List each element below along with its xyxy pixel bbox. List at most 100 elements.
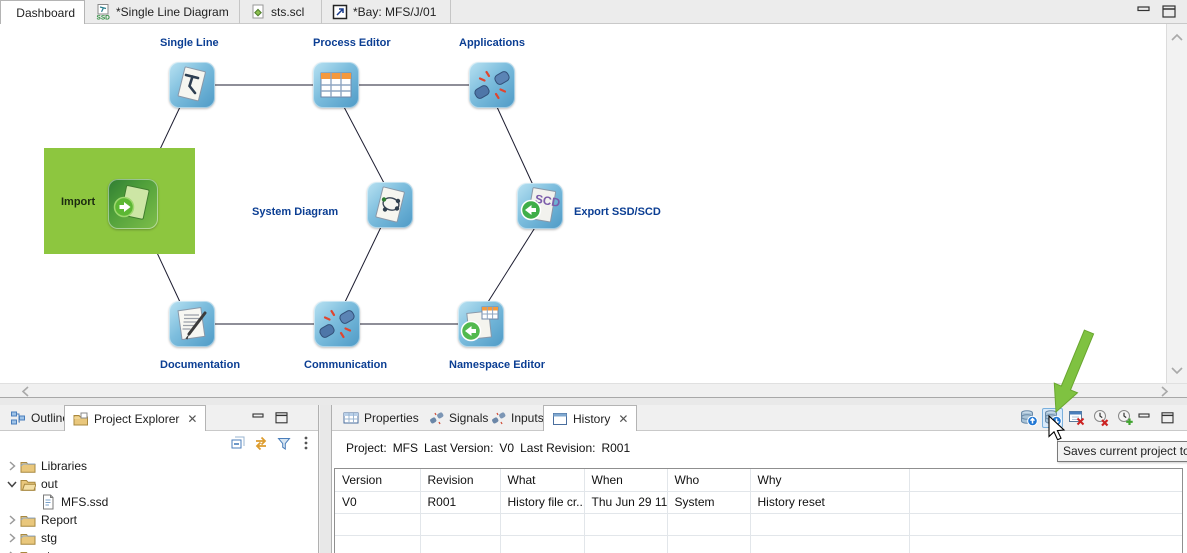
node-applications[interactable]	[469, 62, 515, 108]
save-button-tooltip: Saves current project to a	[1057, 441, 1187, 462]
history-add-button[interactable]	[1114, 408, 1135, 428]
tab-properties[interactable]: Properties	[335, 405, 427, 431]
node-import[interactable]	[108, 179, 158, 229]
horizontal-sash[interactable]	[0, 397, 1187, 405]
editor-horizontal-scrollbar[interactable]	[0, 383, 1187, 397]
tab-bay-mfs[interactable]: *Bay: MFS/J/01	[323, 0, 451, 24]
minimize-editor-button[interactable]	[1136, 4, 1152, 20]
node-single-line-label: Single Line	[160, 37, 219, 49]
link-with-editor-icon[interactable]	[253, 435, 269, 451]
history-table: Version Revision What When Who Why V0 R0…	[334, 468, 1183, 553]
tab-project-explorer-label: Project Explorer	[94, 412, 179, 426]
database-upload-button[interactable]	[1018, 408, 1039, 428]
application-window: { "editor_tabs": [ { "label": "Dashboard…	[0, 0, 1187, 553]
inputs-plug-icon	[490, 410, 506, 426]
tree-item-report[interactable]: Report	[0, 511, 318, 529]
node-import-label: Import	[61, 196, 95, 208]
tree-item-label: MFS.ssd	[61, 495, 108, 509]
tab-history-label: History	[573, 412, 610, 426]
expand-collapsed-icon[interactable]	[4, 548, 20, 553]
tab-project-explorer[interactable]: Project Explorer ✕	[64, 405, 206, 431]
import-icon	[108, 179, 158, 229]
tab-single-line-diagram[interactable]: SSD *Single Line Diagram	[86, 0, 240, 24]
tree-item-label: stg	[41, 531, 57, 545]
history-info-line: Project:MFSLast Version:V0Last Revision:…	[346, 441, 636, 455]
report-delete-button[interactable]	[1066, 408, 1087, 428]
tree-item-label: out	[41, 477, 58, 491]
vertical-sash[interactable]	[320, 405, 331, 553]
col-version[interactable]: Version	[335, 469, 420, 491]
tree-item-out[interactable]: out	[0, 475, 318, 493]
node-system-diagram[interactable]	[367, 182, 413, 228]
tab-dashboard[interactable]: Dashboard	[0, 0, 85, 24]
col-revision[interactable]: Revision	[420, 469, 500, 491]
node-applications-label: Applications	[459, 37, 525, 49]
tree-item-libraries[interactable]: Libraries	[0, 457, 318, 475]
minimize-right-panel-button[interactable]	[1138, 412, 1152, 424]
col-why[interactable]: Why	[750, 469, 909, 491]
folder-icon	[20, 530, 36, 546]
folder-icon	[20, 548, 36, 553]
col-when[interactable]: When	[584, 469, 667, 491]
minimize-left-panel-button[interactable]	[252, 412, 266, 424]
tree-item-sts[interactable]: sts	[0, 547, 318, 553]
editor-vertical-scrollbar[interactable]	[1166, 24, 1187, 383]
col-who[interactable]: Who	[667, 469, 750, 491]
tab-sts-scl[interactable]: sts.scl	[241, 0, 322, 24]
node-export-label: Export SSD/SCD	[574, 206, 661, 218]
node-export[interactable]: SCD	[517, 183, 563, 229]
expand-collapsed-icon[interactable]	[4, 530, 20, 546]
maximize-editor-button[interactable]	[1161, 4, 1177, 20]
last-revision-label: Last Revision:	[520, 441, 595, 455]
left-panel-tabbar: Outline Project Explorer ✕	[0, 405, 318, 431]
expand-expanded-icon[interactable]	[4, 476, 20, 492]
dashboard-canvas: Import Single Line Process Editor Applic…	[0, 24, 1166, 383]
maximize-right-panel-button[interactable]	[1161, 412, 1175, 424]
col-what[interactable]: What	[500, 469, 584, 491]
open-folder-icon	[20, 476, 36, 492]
scroll-up-icon[interactable]	[1167, 30, 1187, 46]
scroll-down-icon[interactable]	[1167, 362, 1187, 378]
node-namespace-editor-label: Namespace Editor	[449, 359, 545, 371]
tree-item-stg[interactable]: stg	[0, 529, 318, 547]
close-project-explorer-icon[interactable]: ✕	[187, 412, 197, 426]
project-explorer-panel: Outline Project Explorer ✕ Libraries	[0, 405, 319, 553]
history-clear-icon	[1092, 409, 1110, 427]
tree-item-label: Libraries	[41, 459, 87, 473]
system-diagram-icon	[367, 182, 413, 228]
node-documentation[interactable]	[169, 301, 215, 347]
node-namespace-editor[interactable]	[458, 301, 504, 347]
node-process-editor[interactable]	[313, 62, 359, 108]
history-row[interactable]: V0 R001 History file cr... Thu Jun 29 11…	[335, 491, 1182, 513]
expand-collapsed-icon[interactable]	[4, 458, 20, 474]
node-single-line[interactable]	[169, 62, 215, 108]
close-history-icon[interactable]: ✕	[618, 412, 628, 426]
node-documentation-label: Documentation	[160, 359, 240, 371]
view-menu-icon[interactable]	[298, 435, 314, 451]
collapse-all-icon[interactable]	[230, 435, 246, 451]
bay-editor-icon	[332, 4, 348, 20]
save-project-button[interactable]	[1042, 408, 1063, 428]
tab-inputs[interactable]: Inputs	[482, 405, 552, 431]
svg-text:SSD: SSD	[97, 15, 111, 21]
tab-bay-mfs-label: *Bay: MFS/J/01	[353, 5, 436, 19]
filter-icon[interactable]	[276, 435, 292, 451]
expand-collapsed-icon[interactable]	[4, 512, 20, 528]
history-clear-button[interactable]	[1090, 408, 1111, 428]
tooltip-text: Saves current project to a	[1063, 444, 1187, 458]
explorer-toolbar	[0, 431, 318, 455]
last-revision-value: R001	[601, 441, 630, 455]
bottom-panels: Outline Project Explorer ✕ Libraries	[0, 405, 1187, 553]
namespace-editor-icon	[458, 301, 504, 347]
tab-history[interactable]: History ✕	[543, 405, 637, 431]
history-icon	[552, 411, 568, 427]
node-system-diagram-label: System Diagram	[252, 206, 338, 218]
maximize-left-panel-button[interactable]	[275, 412, 289, 424]
project-tree: Libraries out MFS.ssd Report stg	[0, 457, 318, 553]
tree-item-mfs-ssd[interactable]: MFS.ssd	[0, 493, 318, 511]
signals-plug-icon	[428, 410, 444, 426]
history-table-header: Version Revision What When Who Why	[335, 469, 1182, 491]
node-communication[interactable]	[314, 301, 360, 347]
applications-plug-icon	[469, 62, 515, 108]
properties-icon	[343, 410, 359, 426]
